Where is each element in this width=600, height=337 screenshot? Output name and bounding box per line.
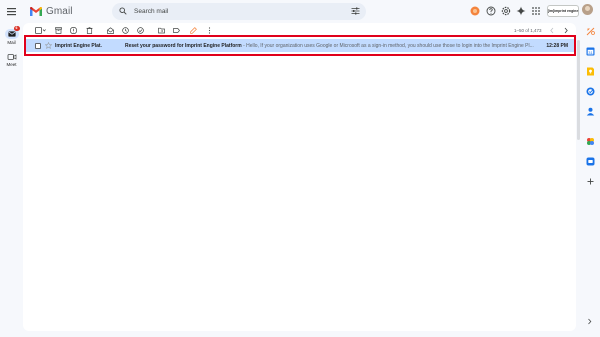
addon-chat-icon[interactable]: [586, 157, 595, 166]
search-bar[interactable]: [112, 3, 366, 20]
settings-gear-icon[interactable]: [501, 6, 511, 16]
main-menu-icon[interactable]: [6, 6, 17, 17]
search-input[interactable]: [134, 5, 334, 18]
row-checkbox[interactable]: [35, 42, 41, 49]
archive-icon[interactable]: [55, 27, 62, 34]
report-spam-icon[interactable]: [70, 27, 77, 34]
gemini-orange-icon[interactable]: [470, 6, 480, 16]
avatar[interactable]: [582, 4, 593, 15]
search-options-icon[interactable]: [351, 7, 360, 15]
newer-page-chevron-left-icon[interactable]: [549, 27, 555, 34]
account-org-switcher[interactable]: [im]imprint engine: [547, 5, 579, 17]
nav-item-meet[interactable]: Meet: [3, 53, 20, 67]
addon-colorful-icon[interactable]: [586, 137, 595, 146]
label-tag-icon[interactable]: [173, 27, 180, 34]
pen-edit-icon[interactable]: [190, 27, 197, 34]
svg-text:31: 31: [588, 50, 593, 55]
calendar-icon[interactable]: 31: [586, 47, 595, 56]
pagination-count: 1–50 of 1,473: [514, 27, 542, 33]
search-icon[interactable]: [119, 7, 127, 15]
move-to-folder-icon[interactable]: [158, 27, 165, 34]
email-subject: Reset your password for Imprint Engine P…: [125, 42, 242, 49]
productivity-addon-icon[interactable]: [586, 27, 595, 36]
top-header: Gmail [im]imprint engine: [0, 0, 600, 23]
video-camera-icon: [7, 54, 16, 60]
email-time: 12:28 PM: [546, 42, 568, 49]
apps-grid-icon[interactable]: [531, 6, 541, 16]
app-name: Gmail: [46, 6, 73, 17]
email-row[interactable]: Imprint Engine Plat. Reset your password…: [26, 39, 574, 52]
get-addons-plus-icon[interactable]: [586, 177, 595, 186]
nav-label-meet: Meet: [6, 62, 17, 67]
mark-as-read-icon[interactable]: [107, 27, 114, 34]
email-subject-snippet: Reset your password for Imprint Engine P…: [125, 43, 535, 49]
help-icon[interactable]: [486, 6, 496, 16]
show-side-panel-chevron-icon[interactable]: [586, 318, 593, 325]
contacts-icon[interactable]: [586, 107, 595, 116]
email-snippet: - Hello, If your organization uses Googl…: [241, 42, 534, 49]
list-toolbar: 1–50 of 1,473: [23, 23, 576, 38]
more-options-icon[interactable]: [206, 27, 213, 34]
select-all-checkbox-icon[interactable]: [35, 27, 46, 34]
gmail-logo-icon: [30, 7, 42, 16]
gmail-logo[interactable]: Gmail: [30, 6, 73, 17]
unread-count-badge: 6: [13, 26, 20, 31]
mail-list-panel: 1–50 of 1,473 Imprint Engine Plat. Reset…: [23, 23, 576, 331]
scrollbar[interactable]: [577, 40, 580, 140]
mail-icon: [7, 31, 16, 37]
older-page-chevron-right-icon[interactable]: [563, 27, 569, 34]
snooze-clock-icon[interactable]: [122, 27, 129, 34]
delete-trash-icon[interactable]: [86, 27, 93, 34]
mail-pill: 6: [4, 26, 20, 39]
tasks-icon[interactable]: [586, 87, 595, 96]
gemini-sparkle-icon[interactable]: [516, 6, 526, 16]
nav-label-mail: Mail: [7, 40, 16, 45]
star-icon[interactable]: [45, 42, 52, 49]
email-sender: Imprint Engine Plat.: [55, 42, 102, 49]
nav-item-mail[interactable]: 6 Mail: [3, 26, 20, 45]
add-to-tasks-icon[interactable]: [137, 27, 144, 34]
keep-notes-icon[interactable]: [586, 67, 595, 76]
